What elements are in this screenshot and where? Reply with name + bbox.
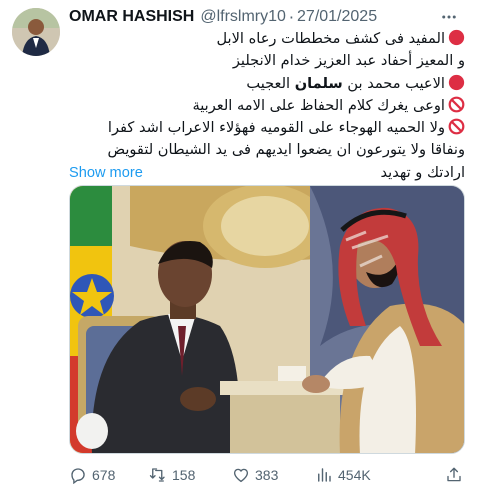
share-icon bbox=[447, 467, 461, 482]
photo-two-men-meeting bbox=[70, 186, 464, 453]
tweet-date[interactable]: 27/01/2025 bbox=[297, 8, 377, 26]
text-line-7: Show more ارادتك و تهديد bbox=[69, 162, 465, 184]
avatar-image bbox=[12, 8, 60, 56]
reply-icon bbox=[71, 468, 85, 484]
prohibited-emoji bbox=[448, 96, 465, 113]
views-chart-icon bbox=[318, 468, 331, 482]
like-button[interactable]: 383 bbox=[232, 466, 278, 484]
tweet-header: OMAR HASHISH @lfrslmry10 · 27/01/2025 bbox=[69, 6, 467, 28]
text-line-1-content: المفيد فى كشف مخططات رعاه الابل bbox=[216, 30, 446, 47]
text-line-4-content: اوعى يغرك كلام الحفاظ على الامه العربية bbox=[192, 96, 445, 114]
text-line-4: اوعى يغرك كلام الحفاظ على الامه العربية bbox=[69, 95, 465, 117]
text-line-7-content: ارادتك و تهديد bbox=[380, 163, 465, 181]
retweet-icon bbox=[149, 468, 165, 482]
text-line-3-post: العجيب bbox=[246, 74, 295, 92]
text-line-1: المفيد فى كشف مخططات رعاه الابل bbox=[69, 28, 465, 50]
view-count: 454K bbox=[338, 467, 371, 483]
text-line-2: و المعيز أحفاد عبد العزيز خدام الانجليز bbox=[69, 50, 465, 72]
reply-button[interactable]: 678 bbox=[69, 466, 115, 484]
tweet-actions: 678 158 383 454K bbox=[69, 462, 469, 488]
retweet-button[interactable]: 158 bbox=[149, 466, 195, 484]
red-circle-emoji bbox=[448, 29, 465, 46]
text-line-5: ولا الحميه الهوجاء على القوميه فهؤلاء ال… bbox=[69, 117, 465, 139]
tweet-photo[interactable] bbox=[69, 185, 465, 454]
text-line-6-content: ونفاقا ولا يتورعون ان يضعوا ايديهم فى يد… bbox=[107, 141, 465, 159]
more-horizontal-icon[interactable] bbox=[437, 6, 461, 28]
text-line-3: الاعيب محمد بن سلمان العجيب bbox=[69, 73, 465, 95]
text-line-2-content: و المعيز أحفاد عبد العزيز خدام الانجليز bbox=[232, 52, 465, 70]
tweet[interactable]: OMAR HASHISH @lfrslmry10 · 27/01/2025 ال… bbox=[0, 0, 477, 500]
text-line-5-content: ولا الحميه الهوجاء على القوميه فهؤلاء ال… bbox=[107, 119, 445, 137]
text-line-3-pre: الاعيب محمد بن bbox=[342, 74, 445, 92]
author-name[interactable]: OMAR HASHISH bbox=[69, 8, 194, 26]
text-line-3-bold: سلمان bbox=[294, 74, 343, 92]
prohibited-emoji bbox=[448, 118, 465, 135]
tweet-text: المفيد فى كشف مخططات رعاه الابل و المعيز… bbox=[69, 28, 465, 184]
show-more-link[interactable]: Show more bbox=[69, 162, 143, 184]
avatar[interactable] bbox=[12, 8, 60, 56]
separator-dot: · bbox=[288, 7, 295, 27]
views-button[interactable]: 454K bbox=[315, 466, 371, 484]
text-line-6: ونفاقا ولا يتورعون ان يضعوا ايديهم فى يد… bbox=[69, 139, 465, 161]
reply-count: 678 bbox=[92, 467, 116, 483]
red-circle-emoji bbox=[448, 74, 465, 90]
share-button[interactable] bbox=[445, 466, 468, 484]
author-handle[interactable]: @lfrslmry10 bbox=[200, 8, 286, 26]
like-count: 383 bbox=[255, 467, 279, 483]
retweet-count: 158 bbox=[172, 467, 196, 483]
heart-icon bbox=[233, 468, 249, 483]
